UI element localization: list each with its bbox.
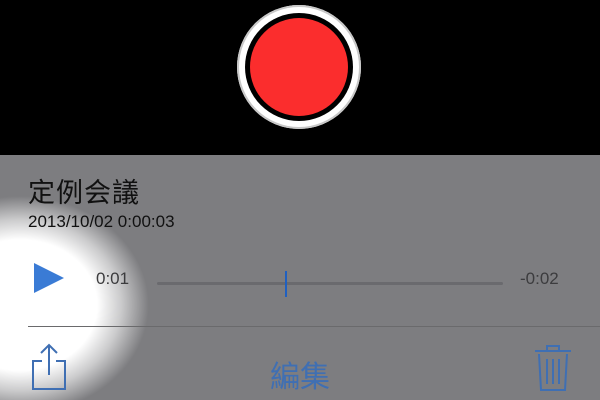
record-area: [0, 0, 600, 155]
play-button[interactable]: [32, 261, 66, 295]
edit-button[interactable]: 編集: [270, 352, 330, 396]
recording-datetime: 2013/10/02 0:00:03: [28, 212, 175, 231]
remaining-time: -0:02: [520, 269, 559, 288]
elapsed-time: 0:01: [96, 269, 130, 288]
trash-icon: [535, 345, 571, 391]
share-icon: [32, 343, 66, 390]
record-icon: [250, 18, 348, 116]
play-icon: [34, 263, 64, 293]
playback-scrubber[interactable]: [157, 271, 503, 297]
divider: [28, 326, 600, 327]
recording-detail-panel: 定例会議 2013/10/02 0:00:03 0:01 -0:02 編集: [0, 155, 600, 400]
delete-button[interactable]: [532, 341, 574, 393]
share-button[interactable]: [28, 341, 70, 393]
record-button[interactable]: [237, 5, 361, 129]
scrubber-thumb[interactable]: [285, 271, 287, 297]
recording-title: 定例会議: [28, 178, 140, 209]
scrubber-track: [157, 282, 503, 285]
